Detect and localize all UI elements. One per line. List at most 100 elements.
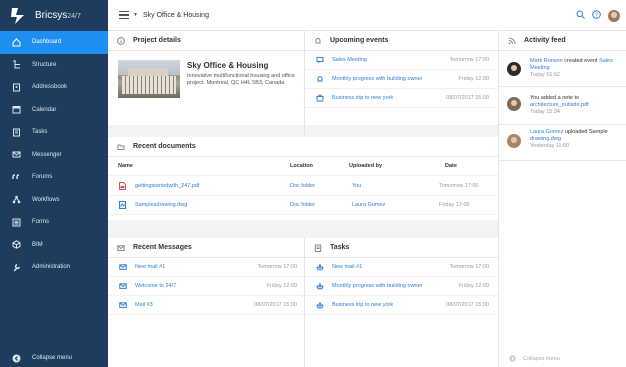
project-name: Sky Office & Housing (187, 61, 269, 70)
sidebar-item-label: Administration (32, 264, 71, 271)
feed-actor[interactable]: Mark Ronson (530, 58, 563, 64)
task-label[interactable]: Business trip to new york (332, 302, 393, 308)
documents-table-header: Name Location Uploaded by Date (108, 157, 498, 176)
inbox-icon (315, 282, 324, 290)
panel-title: Project details (133, 37, 181, 44)
sidebar-item-calendar[interactable]: Calendar (0, 99, 108, 122)
sidebar-item-label: Forms (32, 219, 49, 226)
info-icon (117, 36, 125, 45)
brand[interactable]: Bricsys24/7 (0, 0, 108, 31)
document-uploader[interactable]: You (352, 183, 361, 189)
pdf-file-icon (118, 182, 127, 190)
sidebar-item-structure[interactable]: Structure (0, 54, 108, 77)
envelope-icon (118, 301, 127, 309)
briefcase-icon (315, 94, 324, 102)
sidebar-item-forums[interactable]: Forums (0, 166, 108, 189)
clipboard-icon (314, 244, 322, 252)
feed-object[interactable]: drawing.dwg (530, 136, 561, 142)
sidebar-item-label: Calendar (32, 106, 57, 113)
bricsys-logo-icon (7, 5, 29, 27)
feed-time: Yesterday 11:00 (530, 143, 570, 149)
chat-icon (315, 56, 324, 64)
forms-icon (11, 217, 21, 227)
sidebar-item-addressbook[interactable]: Addressbook (0, 76, 108, 99)
feed-collapse-button[interactable]: Collapse menu (509, 355, 560, 362)
caret-down-icon[interactable]: ▼ (133, 12, 138, 18)
avatar[interactable] (507, 62, 521, 76)
feed-time: Today 16:52 (530, 72, 560, 78)
sidebar-item-tasks[interactable]: Tasks (0, 121, 108, 144)
column-header-uploaded-by[interactable]: Uploaded by (349, 163, 382, 169)
event-label[interactable]: Monthly progress with building owner (332, 76, 423, 82)
event-time: Friday 12:00 (458, 76, 489, 82)
document-name[interactable]: gettingstartedwith_247.pdf (135, 183, 200, 189)
collapse-icon (11, 353, 21, 363)
user-avatar[interactable] (608, 9, 620, 22)
table-row[interactable]: gettingstartedwith_247.pdf Doc folder Yo… (108, 177, 498, 196)
calendar-icon (11, 105, 21, 115)
task-time: Tomorrow 17:00 (449, 264, 489, 270)
addressbook-icon (11, 82, 21, 92)
feed-actor[interactable]: Laura Gomez (530, 129, 563, 135)
event-row[interactable]: Monthly progress with building owner Fri… (305, 70, 498, 89)
sidebar-item-forms[interactable]: Forms (0, 211, 108, 234)
sidebar-item-label: Forums (32, 174, 53, 181)
recent-messages-header: Recent Messages (108, 238, 304, 258)
document-uploader[interactable]: Laura Gomez (352, 202, 385, 208)
sidebar-item-messenger[interactable]: Messenger (0, 144, 108, 167)
task-row[interactable]: Business trip to new york 08/07/2017 15:… (305, 296, 498, 315)
message-label[interactable]: Mail #3 (135, 302, 153, 308)
envelope-icon (11, 150, 21, 160)
message-row[interactable]: New mail #1 Tomorrow 17:00 (108, 258, 304, 277)
task-label[interactable]: New mail #1 (332, 264, 362, 270)
sidebar-item-bim[interactable]: BIM (0, 234, 108, 257)
message-time: Friday 12:00 (266, 283, 297, 289)
panel-title: Recent Messages (133, 244, 192, 251)
app-name: Bricsys24/7 (35, 10, 81, 21)
avatar[interactable] (507, 134, 521, 148)
sidebar-item-workflows[interactable]: Workflows (0, 189, 108, 212)
document-name[interactable]: Samplesdrawing.dwg (135, 202, 187, 208)
feed-object[interactable]: architecture_outside.pdf (530, 102, 589, 108)
help-icon[interactable]: ? (592, 10, 601, 21)
document-location[interactable]: Doc folder (290, 202, 315, 208)
topbar: ▼ Sky Office & Housing ? (108, 0, 626, 31)
project-description: Innovative multifunctional housing and o… (187, 73, 295, 86)
message-row[interactable]: Welcome to 24/7 Friday 12:00 (108, 277, 304, 296)
sidebar-item-administration[interactable]: Administration (0, 256, 108, 279)
sidebar-item-dashboard[interactable]: Dashboard (0, 31, 108, 54)
hamburger-menu-icon[interactable] (119, 11, 129, 19)
table-row[interactable]: Samplesdrawing.dwg Doc folder Laura Gome… (108, 196, 498, 215)
event-label[interactable]: Business trip to new york (332, 95, 393, 101)
event-row[interactable]: Sales Meeting Tomorrow 17:00 (305, 51, 498, 70)
collapse-menu-button[interactable]: Collapse menu (0, 349, 108, 367)
event-label[interactable]: Sales Meeting (332, 57, 367, 63)
message-label[interactable]: Welcome to 24/7 (135, 283, 176, 289)
panel-title: Tasks (330, 244, 350, 251)
message-time: Tomorrow 17:00 (257, 264, 297, 270)
feed-time: Today 15:34 (530, 109, 560, 115)
breadcrumb[interactable]: Sky Office & Housing (143, 12, 209, 19)
task-row[interactable]: New mail #1 Tomorrow 17:00 (305, 258, 498, 277)
column-header-name[interactable]: Name (118, 163, 133, 169)
column-header-location[interactable]: Location (290, 163, 313, 169)
project-details-header: Project details (108, 31, 304, 51)
search-icon[interactable] (576, 10, 585, 21)
avatar[interactable] (507, 97, 521, 111)
message-row[interactable]: Mail #3 08/07/2017 15:00 (108, 296, 304, 315)
task-time: 08/07/2017 15:00 (446, 302, 489, 308)
column-header-date[interactable]: Date (445, 163, 457, 169)
app-version: 24/7 (67, 13, 81, 20)
envelope-icon (117, 244, 125, 252)
document-location[interactable]: Doc folder (290, 183, 315, 189)
section-gap (108, 220, 498, 238)
feed-action: uploaded Sample (563, 129, 608, 135)
message-label[interactable]: New mail #1 (135, 264, 165, 270)
task-label[interactable]: Monthly progress with building owner (332, 283, 423, 289)
document-date: Friday 12:00 (439, 202, 470, 208)
recent-documents-header: Recent documents (108, 137, 498, 157)
collapse-menu-label: Collapse menu (32, 355, 73, 361)
event-row[interactable]: Business trip to new york 08/07/2017 15:… (305, 89, 498, 108)
bell-icon (315, 75, 324, 83)
task-row[interactable]: Monthly progress with building owner Fri… (305, 277, 498, 296)
